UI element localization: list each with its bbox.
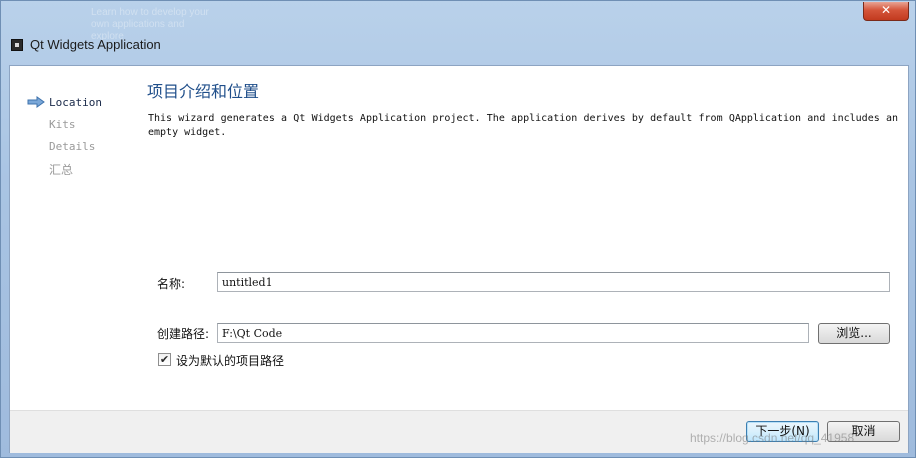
step-summary: 汇总 <box>49 163 74 177</box>
step-location: Location <box>49 96 102 109</box>
step-details: Details <box>49 140 96 153</box>
close-button[interactable]: ✕ <box>863 2 909 21</box>
wizard-client-area: Location Kits Details 汇总 项目介绍和位置 This wi… <box>9 65 909 453</box>
window-frame: Learn how to develop your own applicatio… <box>0 0 916 458</box>
default-path-label: 设为默认的项目路径 <box>176 354 285 368</box>
page-description: This wizard generates a Qt Widgets Appli… <box>148 113 898 138</box>
path-label: 创建路径: <box>157 327 210 341</box>
browse-button[interactable]: 浏览... <box>818 323 890 344</box>
default-path-checkbox[interactable]: ✔ <box>158 353 171 366</box>
name-label: 名称: <box>157 277 186 291</box>
arrow-right-icon <box>27 96 45 108</box>
step-kits: Kits <box>49 118 76 131</box>
name-input[interactable] <box>217 272 890 292</box>
page-title: 项目介绍和位置 <box>147 82 260 101</box>
app-icon <box>11 39 23 51</box>
path-input[interactable] <box>217 323 809 343</box>
next-button[interactable]: 下一步(N) <box>746 421 819 442</box>
wizard-button-bar: 下一步(N) 取消 <box>10 410 908 453</box>
title-bar: Qt Widgets Application <box>1 29 916 59</box>
window-title: Qt Widgets Application <box>30 37 161 52</box>
cancel-button[interactable]: 取消 <box>827 421 900 442</box>
check-icon: ✔ <box>159 353 170 366</box>
